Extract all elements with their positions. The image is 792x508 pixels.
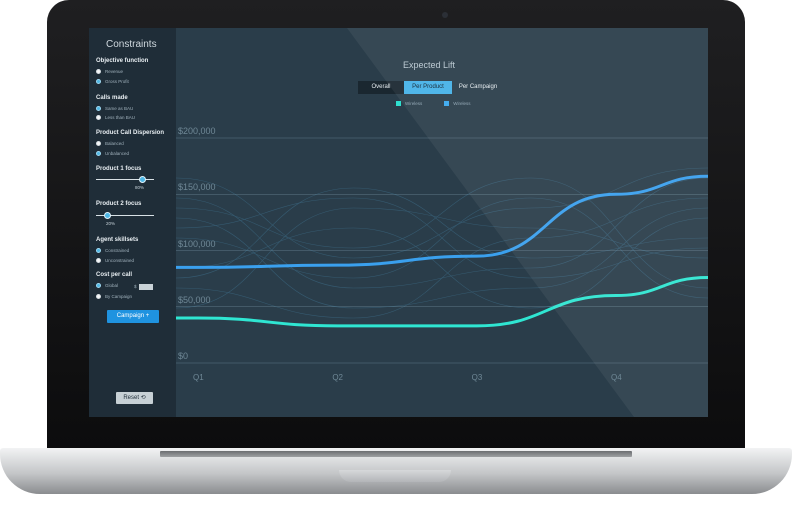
reset-button[interactable]: Reset ⟲ — [116, 392, 153, 404]
radio-selected-icon[interactable] — [96, 248, 101, 253]
calls-option-less[interactable]: Less than BAU — [96, 115, 135, 120]
y-tick-label: $150,000 — [178, 182, 216, 193]
series-point — [475, 325, 478, 327]
dispersion-option-balanced[interactable]: Balanced — [96, 141, 124, 146]
tab-overall[interactable]: Overall — [358, 81, 404, 94]
x-tick-label: Q2 — [332, 373, 343, 382]
product2-slider[interactable] — [96, 212, 154, 219]
skillsets-option-unconstrained[interactable]: Unconstrained — [96, 258, 134, 263]
objective-option-revenue[interactable]: Revenue — [96, 69, 123, 74]
sidebar-title: Constraints — [106, 39, 157, 50]
series-point — [336, 325, 339, 327]
product1-slider-handle[interactable] — [138, 176, 146, 183]
calls-made-label: Calls made — [96, 95, 128, 101]
x-tick-label: Q3 — [471, 373, 483, 382]
series-point — [197, 317, 199, 319]
constraints-sidebar: Constraints Objective function Revenue G… — [89, 28, 176, 417]
radio-icon[interactable] — [96, 69, 101, 74]
line-chart — [176, 137, 708, 364]
y-tick-label: $200,000 — [178, 126, 216, 136]
series-point — [615, 193, 617, 196]
y-tick-label: $0 — [178, 351, 189, 361]
add-campaign-button[interactable]: Campaign + — [107, 310, 159, 323]
cost-option-global[interactable]: Global — [96, 283, 118, 288]
product1-focus-label: Product 1 focus — [96, 166, 142, 172]
skillsets-option-constrained[interactable]: Constrained — [96, 248, 129, 253]
product1-slider[interactable] — [96, 176, 154, 183]
series-point — [475, 255, 478, 257]
series-line — [176, 276, 708, 328]
camera-icon — [442, 12, 448, 18]
cost-input[interactable] — [139, 284, 153, 290]
agent-skillsets-label: Agent skillsets — [96, 237, 139, 243]
legend-label: Wireless — [405, 101, 423, 106]
dispersion-label: Product Call Dispersion — [96, 130, 165, 136]
laptop-notch — [339, 470, 451, 482]
x-tick-label: Q1 — [193, 373, 204, 382]
radio-icon[interactable] — [96, 115, 101, 120]
cost-option-by-campaign[interactable]: By Campaign — [96, 294, 132, 299]
y-tick-label: $100,000 — [178, 238, 216, 249]
series-point — [336, 264, 339, 266]
product2-value: 20% — [106, 221, 116, 226]
radio-selected-icon[interactable] — [96, 151, 101, 156]
app-screen: Constraints Objective function Revenue G… — [89, 28, 708, 417]
radio-icon[interactable] — [96, 258, 101, 263]
product2-slider-handle[interactable] — [104, 212, 112, 219]
product1-value: 80% — [135, 185, 145, 190]
series-point — [197, 266, 199, 269]
series-point — [615, 294, 617, 297]
radio-selected-icon[interactable] — [96, 283, 101, 288]
chart-legend: Wireless Wireless — [396, 101, 471, 106]
series-line — [176, 174, 708, 269]
radio-selected-icon[interactable] — [96, 79, 101, 84]
legend-swatch — [444, 101, 450, 106]
radio-icon[interactable] — [96, 141, 101, 146]
radio-selected-icon[interactable] — [96, 106, 101, 111]
cost-currency: $ — [134, 284, 137, 289]
calls-option-same[interactable]: Same as BAU — [96, 106, 133, 111]
product2-focus-label: Product 2 focus — [96, 201, 142, 207]
y-tick-label: $50,000 — [178, 294, 211, 305]
dispersion-option-unbalanced[interactable]: Unbalanced — [96, 151, 129, 156]
view-tabs: Overall Per Product Per Campaign — [358, 81, 504, 94]
objective-function-label: Objective function — [96, 58, 149, 64]
legend-swatch — [396, 101, 401, 106]
cost-per-call-label: Cost per call — [96, 272, 133, 278]
chart-title: Expected Lift — [403, 60, 456, 70]
objective-option-gross-profit[interactable]: Gross Profit — [96, 79, 129, 84]
radio-icon[interactable] — [96, 294, 101, 299]
tab-per-product[interactable]: Per Product — [404, 81, 452, 94]
tab-per-campaign[interactable]: Per Campaign — [452, 81, 504, 94]
laptop-keyboard-edge — [160, 451, 632, 457]
legend-label: Wireless — [453, 101, 471, 106]
x-tick-label: Q4 — [611, 373, 622, 382]
